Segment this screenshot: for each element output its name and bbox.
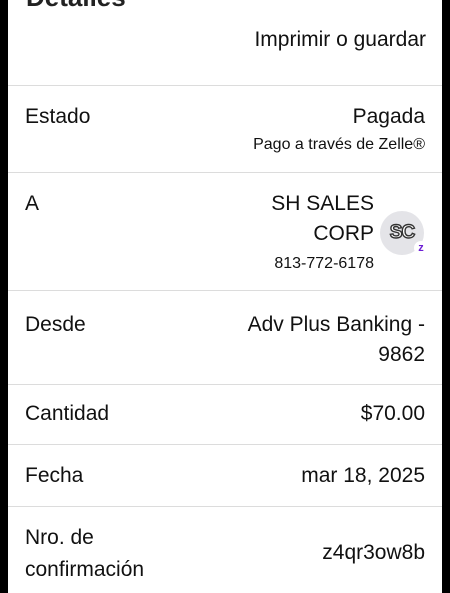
confirmation-label-line2: confirmación [25, 558, 145, 581]
transaction-details-screen: Detalles Imprimir o guardar Estado Pagad… [8, 0, 442, 593]
estado-label: Estado [25, 105, 91, 128]
page-title: Detalles [26, 0, 126, 13]
from-account-line1: Adv Plus Banking - [247, 313, 425, 336]
payment-method-note: Pago a través de Zelle® [253, 136, 425, 153]
confirmation-label-line1: Nro. de [25, 526, 94, 549]
amount-label: Cantidad [25, 402, 110, 425]
row-recipient: A SH SALES CORP 813-772-6178 [8, 172, 442, 291]
row-amount: Cantidad $70.00 [8, 384, 442, 445]
estado-value: Pagada [352, 105, 425, 128]
recipient-phone: 813-772-6178 [274, 255, 374, 272]
confirmation-number: z4qr3ow8b [322, 541, 425, 564]
date-label: Fecha [25, 464, 84, 487]
from-account-line2: 9862 [378, 343, 425, 366]
recipient-label: A [25, 192, 40, 215]
amount-value: $70.00 [360, 402, 425, 425]
date-value: mar 18, 2025 [301, 464, 425, 487]
recipient-name-line2: CORP [313, 222, 374, 245]
from-label: Desde [25, 313, 86, 336]
recipient-name-line1: SH SALES [271, 192, 374, 215]
row-date: Fecha mar 18, 2025 [8, 444, 442, 507]
row-estado: Estado Pagada Pago a través de Zelle® [8, 85, 442, 166]
zelle-z-icon: z [414, 241, 428, 255]
row-confirmation: Nro. de confirmación z4qr3ow8b [8, 506, 442, 593]
row-from-account: Desde Adv Plus Banking - 9862 [8, 290, 442, 385]
print-or-save-link[interactable]: Imprimir o guardar [254, 28, 426, 52]
